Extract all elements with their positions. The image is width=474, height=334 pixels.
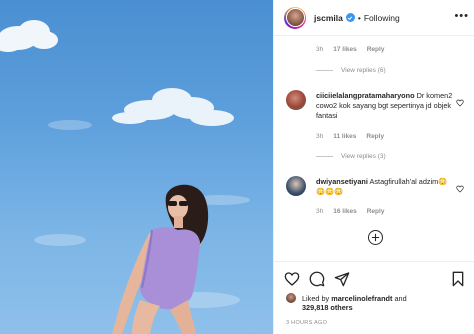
view-replies-label: View replies (6) bbox=[341, 67, 386, 74]
liked-by-user[interactable]: marcelinolefrandt bbox=[331, 294, 392, 303]
commenter-avatar[interactable] bbox=[286, 176, 306, 196]
comment-body: ciiciielalangpratamaharyono Dr komen2 co… bbox=[316, 91, 456, 121]
cloud-right bbox=[112, 88, 234, 126]
verified-badge-icon bbox=[345, 13, 355, 22]
comment-meta: 3h 17 likes Reply bbox=[316, 46, 384, 53]
person-figure bbox=[112, 184, 209, 334]
cloud-left bbox=[0, 20, 58, 52]
following-button[interactable]: Following bbox=[364, 13, 400, 23]
post-side-panel: jscmila • Following ••• 3h 17 likes Repl… bbox=[273, 0, 474, 334]
more-options-button[interactable]: ••• bbox=[454, 10, 469, 22]
bookmark-icon[interactable] bbox=[450, 271, 466, 287]
post-header: jscmila • Following ••• bbox=[274, 0, 474, 36]
comment-time: 3h bbox=[316, 133, 324, 140]
liked-by-prefix: Liked by bbox=[302, 293, 330, 303]
replies-divider bbox=[316, 156, 333, 157]
post-actions: Liked by marcelinolefrandt and 329,818 o… bbox=[274, 261, 474, 334]
liked-by-summary[interactable]: Liked by marcelinolefrandt and bbox=[286, 293, 407, 303]
author-avatar[interactable] bbox=[284, 6, 306, 29]
comment-likes[interactable]: 16 likes bbox=[333, 208, 357, 215]
post-photo[interactable] bbox=[0, 0, 273, 334]
comment-time: 3h bbox=[316, 208, 324, 215]
reply-button[interactable]: Reply bbox=[367, 208, 385, 215]
reply-button[interactable]: Reply bbox=[366, 133, 384, 140]
comment-icon[interactable] bbox=[309, 271, 325, 287]
commenter-username[interactable]: ciiciielalangpratamaharyono bbox=[316, 91, 415, 100]
comment-body: dwiyansetiyani Astagfirullah'al adzim😳😳😳… bbox=[316, 177, 456, 197]
comment-item: ciiciielalangpratamaharyono Dr komen2 co… bbox=[286, 90, 466, 150]
load-more-comments-button[interactable] bbox=[368, 230, 383, 245]
reply-button[interactable]: Reply bbox=[367, 46, 385, 53]
commenter-avatar[interactable] bbox=[286, 90, 306, 110]
comment-time: 3h bbox=[316, 46, 324, 53]
author-avatar-image bbox=[285, 8, 305, 27]
comment-likes[interactable]: 11 likes bbox=[333, 133, 356, 140]
commenter-username[interactable]: dwiyansetiyani bbox=[316, 177, 368, 186]
liked-by-count[interactable]: 329,818 others bbox=[302, 303, 353, 312]
view-replies-button[interactable]: View replies (3) bbox=[316, 153, 386, 160]
comment-heart-icon[interactable] bbox=[456, 180, 464, 198]
view-replies-label: View replies (3) bbox=[341, 153, 386, 160]
view-replies-button[interactable]: View replies (6) bbox=[316, 67, 386, 74]
plus-circle-icon bbox=[371, 233, 380, 242]
photo-illustration bbox=[0, 20, 250, 334]
likes-count[interactable]: 329,818 others bbox=[302, 303, 353, 312]
author-username[interactable]: jscmila bbox=[314, 13, 343, 23]
comment-meta: 3h 11 likes Reply bbox=[316, 133, 384, 140]
comment-meta: 3h 16 likes Reply bbox=[316, 208, 384, 215]
share-icon[interactable] bbox=[334, 271, 350, 287]
heart-icon[interactable] bbox=[284, 271, 300, 287]
replies-divider bbox=[316, 70, 333, 71]
liked-by-avatar bbox=[286, 293, 296, 303]
liked-by-and: and bbox=[394, 293, 407, 303]
comment-heart-icon[interactable] bbox=[456, 94, 464, 112]
post-time-ago: 3 HOURS AGO bbox=[286, 320, 328, 326]
header-separator: • bbox=[357, 12, 361, 23]
comment-likes[interactable]: 17 likes bbox=[333, 46, 357, 53]
comments-list[interactable]: 3h 17 likes Reply View replies (6) ciici… bbox=[274, 36, 474, 261]
